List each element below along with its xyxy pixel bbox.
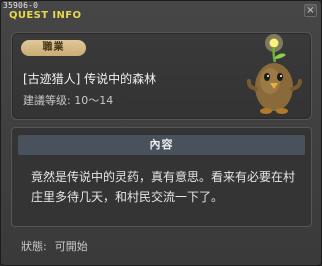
content-text: 竟然是传说中的灵药，真有意思。看来有必要在村庄里多待几天，和村民交流一下了。	[31, 170, 296, 204]
window-title: QUEST INFO	[9, 10, 82, 21]
quest-status: 狀態: 可開始	[21, 238, 96, 254]
quest-name: [古迹猎人] 传说中的森林	[23, 72, 157, 86]
level-range: 10～14	[74, 94, 114, 107]
recommended-level: 建議等级: 10～14	[23, 92, 113, 108]
content-header: 內容	[18, 135, 305, 155]
quest-summary-panel: 職業 [古迹猎人] 传说中的森林 建議等级: 10～14	[11, 32, 312, 120]
close-button[interactable]: ×	[304, 4, 317, 17]
status-label: 狀態:	[21, 240, 47, 253]
potato-npc-sprout-icon	[246, 34, 302, 114]
status-value: 可開始	[54, 240, 88, 253]
level-label: 建議等级:	[23, 94, 71, 107]
quest-content-panel: 內容 竟然是传说中的灵药，真有意思。看来有必要在村庄里多待几天，和村民交流一下了…	[11, 127, 312, 227]
quest-info-window: 35906-0 QUEST INFO × 職業 [古迹猎人] 传说中的森林 建議…	[0, 0, 322, 266]
quest-id: 35906-0	[3, 1, 39, 10]
job-badge: 職業	[21, 40, 86, 56]
